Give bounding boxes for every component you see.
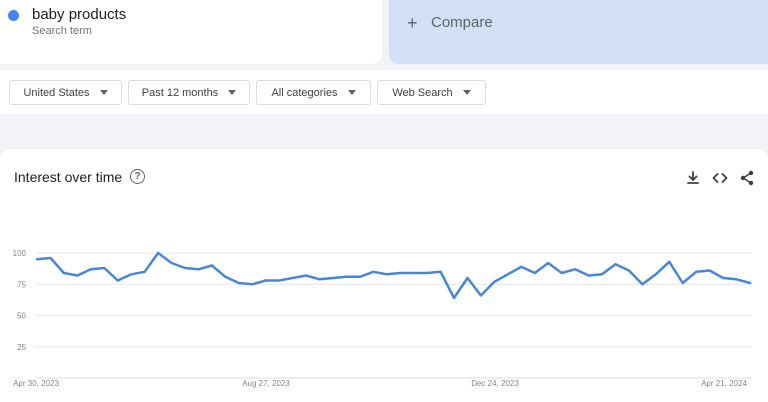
caret-down-icon (228, 90, 237, 95)
y-tick-label: 50 (17, 312, 26, 321)
term-color-dot (8, 10, 19, 21)
caret-down-icon (462, 90, 471, 95)
search-term-type: Search term (32, 25, 92, 37)
interest-over-time-panel: Interest over time ? 100 75 50 25 Apr 30, 2… (0, 149, 768, 402)
y-tick-label: 100 (13, 249, 27, 258)
download-icon[interactable] (684, 169, 702, 187)
category-dropdown[interactable]: All categories (256, 80, 371, 105)
x-tick-label: Apr 30, 2023 (13, 379, 59, 388)
y-tick-label: 75 (17, 280, 26, 289)
compare-label: Compare (431, 14, 493, 31)
filters-bar: United States Past 12 months All categor… (0, 70, 768, 114)
time-range-label: Past 12 months (141, 86, 219, 99)
y-tick-label: 25 (17, 343, 26, 352)
help-icon[interactable]: ? (130, 169, 145, 184)
region-label: United States (23, 86, 90, 99)
panel-title: Interest over time (14, 169, 123, 185)
interest-line-chart: 100 75 50 25 Apr 30, 2023 Aug 27, 2023 Dec 24… (13, 249, 752, 388)
embed-icon[interactable] (711, 169, 729, 187)
caret-down-icon (99, 90, 108, 95)
caret-down-icon (347, 90, 356, 95)
time-range-dropdown[interactable]: Past 12 months (128, 80, 250, 105)
share-icon[interactable] (738, 169, 756, 187)
search-term-card[interactable]: baby products Search term (0, 0, 382, 64)
search-term-name[interactable]: baby products (32, 6, 126, 23)
series-line-baby-products (35, 251, 752, 300)
plus-icon: + (407, 13, 418, 33)
compare-button[interactable]: + Compare (389, 0, 768, 64)
x-tick-label: Dec 24, 2023 (471, 379, 519, 388)
x-tick-label: Aug 27, 2023 (242, 379, 290, 388)
search-type-dropdown[interactable]: Web Search (377, 80, 486, 105)
x-tick-label: Apr 21, 2024 (701, 379, 747, 388)
category-label: All categories (271, 86, 338, 99)
region-dropdown[interactable]: United States (9, 80, 122, 105)
search-type-label: Web Search (392, 86, 453, 99)
